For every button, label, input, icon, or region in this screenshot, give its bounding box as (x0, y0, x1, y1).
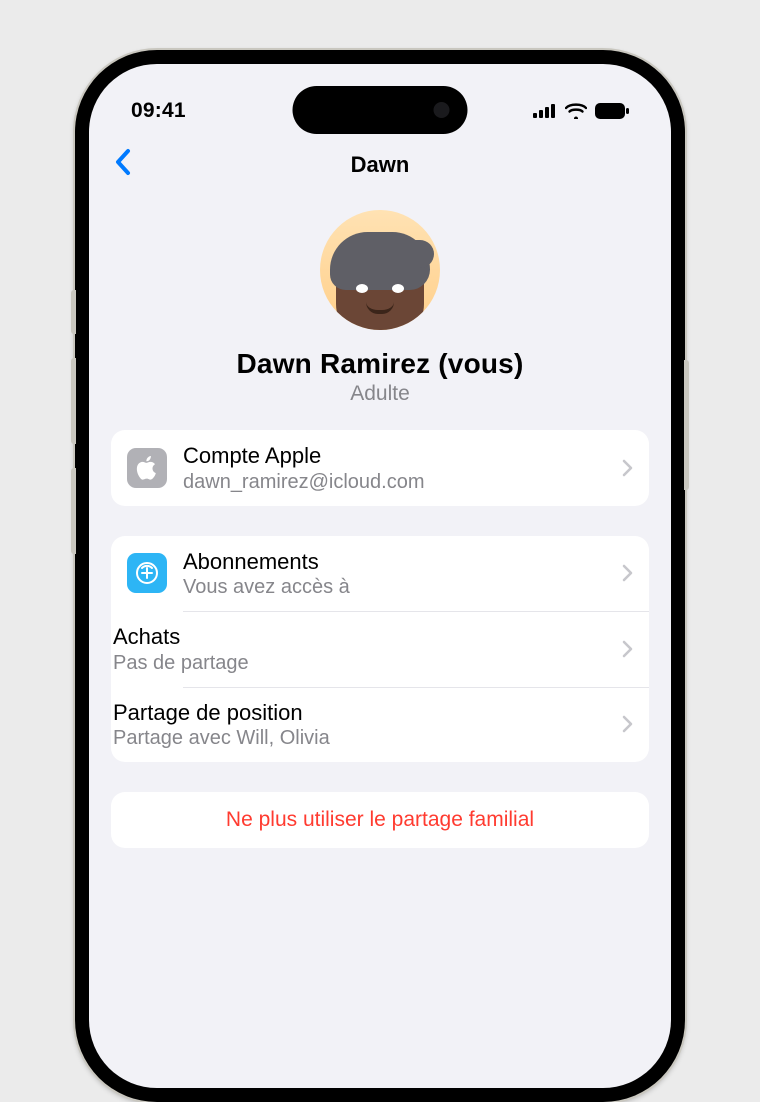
sharing-settings-group: Abonnements Vous avez accès à Achats (111, 536, 649, 763)
battery-icon (595, 103, 629, 119)
subscriptions-title: Abonnements (183, 548, 614, 576)
subscriptions-subtitle: Vous avez accès à (183, 575, 614, 599)
profile-name: Dawn Ramirez (vous) (237, 348, 524, 380)
profile-section: Dawn Ramirez (vous) Adulte (89, 190, 671, 430)
profile-role: Adulte (350, 382, 410, 406)
apple-account-group: Compte Apple dawn_ramirez@icloud.com (111, 430, 649, 506)
status-time: 09:41 (131, 99, 186, 123)
nav-title: Dawn (351, 152, 410, 178)
subscriptions-icon (127, 553, 167, 593)
stop-family-sharing-button[interactable]: Ne plus utiliser le partage familial (111, 792, 649, 848)
status-icons (533, 103, 629, 119)
side-buttons-right (684, 360, 689, 490)
apple-account-email: dawn_ramirez@icloud.com (183, 470, 614, 494)
nav-bar: Dawn (89, 134, 671, 190)
cellular-icon (533, 104, 557, 118)
phone-frame: 09:41 (75, 50, 685, 1102)
chevron-left-icon (113, 148, 131, 176)
chevron-right-icon (622, 640, 633, 658)
chevron-right-icon (622, 564, 633, 582)
apple-logo-icon (127, 448, 167, 488)
side-buttons-left (71, 290, 76, 578)
location-title: Partage de position (113, 699, 614, 727)
location-subtitle: Partage avec Will, Olivia (113, 726, 614, 750)
chevron-right-icon (622, 715, 633, 733)
apple-account-row[interactable]: Compte Apple dawn_ramirez@icloud.com (111, 430, 649, 506)
purchases-title: Achats (113, 623, 614, 651)
stop-family-sharing-label: Ne plus utiliser le partage familial (127, 808, 633, 832)
subscriptions-row[interactable]: Abonnements Vous avez accès à (111, 536, 649, 612)
memoji-icon (336, 240, 424, 330)
chevron-right-icon (622, 459, 633, 477)
purchases-subtitle: Pas de partage (113, 651, 614, 675)
purchases-row[interactable]: Achats Pas de partage (111, 611, 649, 687)
screen: 09:41 (89, 64, 671, 1088)
dynamic-island (293, 86, 468, 134)
location-sharing-row[interactable]: Partage de position Partage avec Will, O… (111, 687, 649, 763)
apple-account-title: Compte Apple (183, 442, 614, 470)
avatar (320, 210, 440, 330)
back-button[interactable] (113, 148, 151, 181)
wifi-icon (565, 103, 587, 119)
